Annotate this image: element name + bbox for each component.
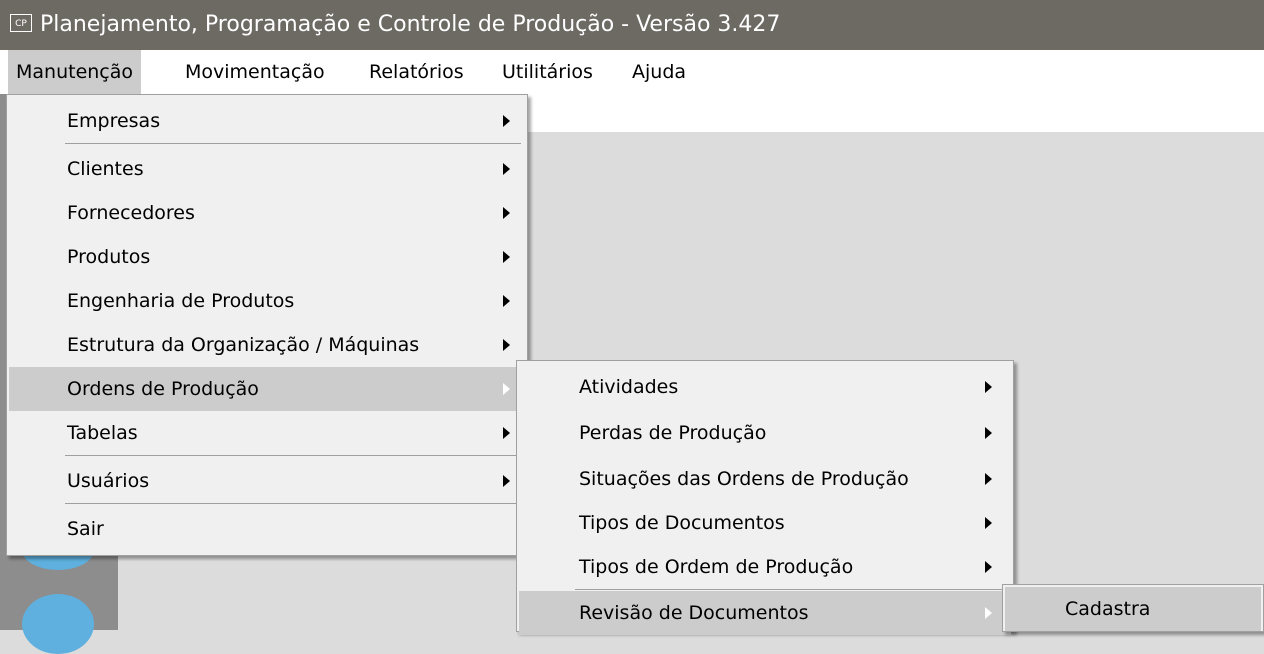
menu-item-revisao-de-documentos[interactable]: Revisão de Documentos: [519, 591, 1011, 635]
menu-item-clientes[interactable]: Clientes: [9, 147, 525, 191]
menu-item-empresas[interactable]: Empresas: [9, 99, 525, 143]
menu-manutencao-dropdown: Empresas Clientes Fornecedores Produtos …: [6, 94, 528, 556]
submenu-arrow-icon: [503, 383, 510, 395]
submenu-arrow-icon: [503, 427, 510, 439]
submenu-arrow-icon: [503, 475, 510, 487]
menu-separator: [65, 455, 521, 456]
menu-utilitarios[interactable]: Utilitários: [494, 50, 601, 94]
menu-relatorios[interactable]: Relatórios: [361, 50, 472, 94]
submenu-arrow-icon: [985, 473, 992, 485]
submenu-ordens-de-producao: Atividades Perdas de Produção Situações …: [516, 360, 1014, 635]
submenu-revisao-de-documentos: Cadastra: [1002, 584, 1264, 632]
submenu-arrow-icon: [985, 561, 992, 573]
menu-item-atividades[interactable]: Atividades: [519, 365, 1011, 409]
menu-item-produtos[interactable]: Produtos: [9, 235, 525, 279]
submenu-arrow-icon: [503, 295, 510, 307]
submenu-arrow-icon: [985, 381, 992, 393]
menu-item-tabelas[interactable]: Tabelas: [9, 411, 525, 455]
shortcut-icon[interactable]: [22, 594, 94, 654]
app-icon: CP: [10, 14, 32, 32]
menu-separator: [575, 589, 1007, 590]
menu-item-usuarios[interactable]: Usuários: [9, 459, 525, 503]
menu-item-sair[interactable]: Sair: [9, 507, 525, 551]
submenu-arrow-icon: [503, 115, 510, 127]
menu-ajuda[interactable]: Ajuda: [624, 50, 694, 94]
menu-item-situacoes-das-ordens[interactable]: Situações das Ordens de Produção: [519, 457, 1011, 501]
menu-item-cadastra[interactable]: Cadastra: [1005, 587, 1261, 631]
menu-manutencao[interactable]: Manutenção: [8, 50, 142, 94]
menu-bar: Manutenção Movimentação Relatórios Utili…: [0, 50, 1264, 94]
submenu-arrow-icon: [985, 517, 992, 529]
submenu-arrow-icon: [503, 251, 510, 263]
submenu-arrow-icon: [503, 339, 510, 351]
submenu-arrow-icon: [985, 607, 992, 619]
title-bar: CP Planejamento, Programação e Controle …: [0, 0, 1264, 50]
submenu-arrow-icon: [503, 207, 510, 219]
menu-movimentacao[interactable]: Movimentação: [177, 50, 333, 94]
window-title: Planejamento, Programação e Controle de …: [40, 12, 781, 37]
submenu-arrow-icon: [503, 163, 510, 175]
menu-item-estrutura-organizacao[interactable]: Estrutura da Organização / Máquinas: [9, 323, 525, 367]
menu-item-fornecedores[interactable]: Fornecedores: [9, 191, 525, 235]
submenu-arrow-icon: [985, 427, 992, 439]
menu-item-perdas-de-producao[interactable]: Perdas de Produção: [519, 411, 1011, 455]
menu-item-tipos-de-documentos[interactable]: Tipos de Documentos: [519, 501, 1011, 545]
toolbar-area: [528, 94, 1264, 132]
menu-item-ordens-de-producao[interactable]: Ordens de Produção: [9, 367, 525, 411]
menu-separator: [65, 143, 521, 144]
menu-item-engenharia-de-produtos[interactable]: Engenharia de Produtos: [9, 279, 525, 323]
menu-separator: [65, 503, 521, 504]
menu-item-tipos-de-ordem[interactable]: Tipos de Ordem de Produção: [519, 545, 1011, 589]
